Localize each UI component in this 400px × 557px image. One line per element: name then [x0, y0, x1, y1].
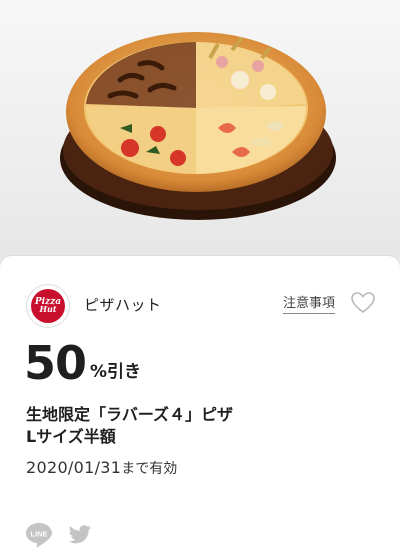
expiry: 2020/01/31 まで有効 — [26, 458, 177, 478]
discount: 50 %引き — [24, 340, 141, 386]
coupon-title-line2: Lサイズ半額 — [26, 427, 116, 446]
expiry-date: 2020/01/31 — [26, 458, 122, 477]
expiry-suffix: まで有効 — [121, 461, 178, 477]
logo-text-line2: Hut — [39, 304, 57, 315]
brand-name: ピザハット — [84, 296, 162, 314]
pizza-photo — [0, 0, 400, 266]
discount-value: 50 — [24, 336, 87, 390]
coupon-title: 生地限定「ラバーズ４」ピザ Lサイズ半額 — [26, 404, 376, 448]
coupon-title-line1: 生地限定「ラバーズ４」ピザ — [26, 405, 234, 424]
line-share-icon[interactable]: LINE — [24, 521, 54, 549]
coupon-card[interactable]: Pizza Hut ピザハット 注意事項 50 %引き 生地限定「ラバーズ４」ピ… — [0, 256, 400, 557]
notes-link[interactable]: 注意事項 — [283, 292, 336, 314]
heart-outline-icon[interactable] — [350, 291, 376, 315]
twitter-bird-icon[interactable] — [68, 524, 92, 546]
discount-unit: %引き — [90, 362, 142, 382]
pizza-hut-logo: Pizza Hut — [26, 284, 70, 328]
svg-text:LINE: LINE — [30, 530, 47, 539]
